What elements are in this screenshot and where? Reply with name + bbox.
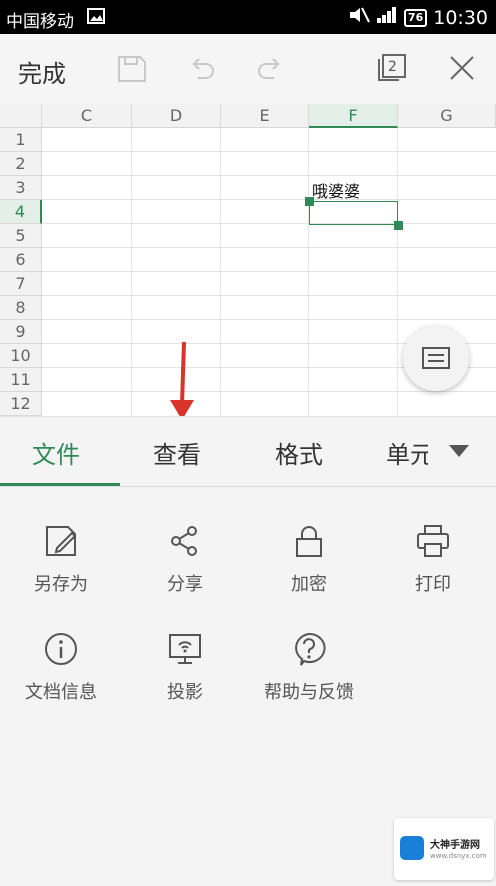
undo-icon[interactable] (186, 54, 218, 88)
selection-handle-bottom-right[interactable] (394, 221, 403, 230)
window-count: 2 (388, 59, 397, 75)
image-notification-icon (87, 8, 105, 29)
grid-line (42, 199, 496, 200)
grid-line (42, 151, 496, 152)
grid-line (42, 175, 496, 176)
selection-handle-top-left[interactable] (305, 197, 314, 206)
close-icon[interactable] (448, 54, 476, 86)
help-icon (295, 632, 326, 666)
column-header-selected[interactable]: F (309, 104, 398, 128)
share-icon (171, 526, 197, 556)
menu-tab-bar: 文件 查看 格式 单元 (0, 416, 496, 487)
row-header[interactable]: 2 (0, 152, 42, 176)
corner-cell[interactable] (0, 104, 42, 128)
grid-line (42, 223, 496, 224)
grid-line (42, 247, 496, 248)
cell-f3-text[interactable]: 哦婆婆 (312, 178, 360, 202)
save-as-label: 另存为 (34, 574, 88, 595)
save-as-icon (46, 526, 77, 556)
row-header[interactable]: 10 (0, 344, 42, 368)
projection-label: 投影 (167, 682, 203, 703)
keyboard-toggle-button[interactable] (403, 325, 469, 391)
redo-icon[interactable] (254, 54, 286, 88)
help-feedback-button[interactable]: 帮助与反馈 (238, 632, 380, 704)
projection-icon (169, 634, 201, 664)
lock-icon (296, 526, 322, 557)
battery-icon: 76 (403, 8, 428, 27)
tab-format[interactable]: 格式 (275, 435, 323, 470)
column-header[interactable]: E (221, 104, 309, 128)
tab-file[interactable]: 文件 (32, 435, 80, 470)
spreadsheet-grid[interactable]: C D E F G 1 2 3 4 5 6 7 8 9 10 11 12 哦婆婆 (0, 104, 496, 416)
encrypt-label: 加密 (291, 574, 327, 595)
print-icon (417, 525, 449, 557)
tab-cell[interactable]: 单元 (386, 435, 428, 470)
grid-line (42, 295, 496, 296)
share-button[interactable]: 分享 (130, 524, 240, 596)
mute-icon (348, 6, 370, 29)
chevron-down-icon[interactable] (448, 443, 470, 463)
row-header[interactable]: 11 (0, 368, 42, 392)
row-header[interactable]: 7 (0, 272, 42, 296)
row-header[interactable]: 5 (0, 224, 42, 248)
selected-cell-f4[interactable] (309, 201, 398, 225)
keyboard-icon (422, 347, 450, 369)
window-switch-icon[interactable]: 2 (376, 52, 408, 88)
editor-toolbar: 完成 2 (0, 34, 496, 104)
info-icon (45, 633, 77, 665)
grid-line (220, 128, 221, 416)
grid-line (397, 128, 398, 416)
document-info-button[interactable]: 文档信息 (6, 632, 116, 704)
save-icon[interactable] (116, 54, 148, 88)
encrypt-button[interactable]: 加密 (254, 524, 364, 596)
projection-button[interactable]: 投影 (130, 632, 240, 704)
row-header[interactable]: 9 (0, 320, 42, 344)
grid-line (308, 128, 309, 416)
row-header[interactable]: 3 (0, 176, 42, 200)
status-bar: 中国移动 76 10:30 (0, 0, 496, 34)
row-header-selected[interactable]: 4 (0, 200, 42, 224)
column-header[interactable]: C (42, 104, 132, 128)
annotation-arrow-icon (170, 342, 194, 416)
row-header[interactable]: 8 (0, 296, 42, 320)
done-button[interactable]: 完成 (18, 54, 66, 89)
divider (0, 486, 496, 487)
grid-line (131, 128, 132, 416)
row-header[interactable]: 6 (0, 248, 42, 272)
watermark-title: 大神手游网 (430, 840, 480, 851)
clock: 10:30 (433, 6, 488, 29)
column-header[interactable]: G (398, 104, 496, 128)
row-header[interactable]: 1 (0, 128, 42, 152)
column-header[interactable]: D (132, 104, 221, 128)
tab-view[interactable]: 查看 (153, 435, 201, 470)
grid-line (42, 391, 496, 392)
carrier-name: 中国移动 (6, 12, 74, 32)
watermark-url: www.dsnyx.com (430, 852, 487, 860)
watermark-icon (400, 836, 424, 860)
print-label: 打印 (415, 574, 451, 595)
share-label: 分享 (167, 574, 203, 595)
save-as-button[interactable]: 另存为 (6, 524, 116, 596)
row-header[interactable]: 12 (0, 392, 42, 416)
document-info-label: 文档信息 (25, 682, 97, 703)
watermark-logo: 大神手游网 www.dsnyx.com (394, 818, 494, 880)
help-feedback-label: 帮助与反馈 (264, 682, 354, 703)
grid-line (42, 271, 496, 272)
signal-icon (376, 6, 398, 29)
grid-line (42, 319, 496, 320)
print-button[interactable]: 打印 (378, 524, 488, 596)
